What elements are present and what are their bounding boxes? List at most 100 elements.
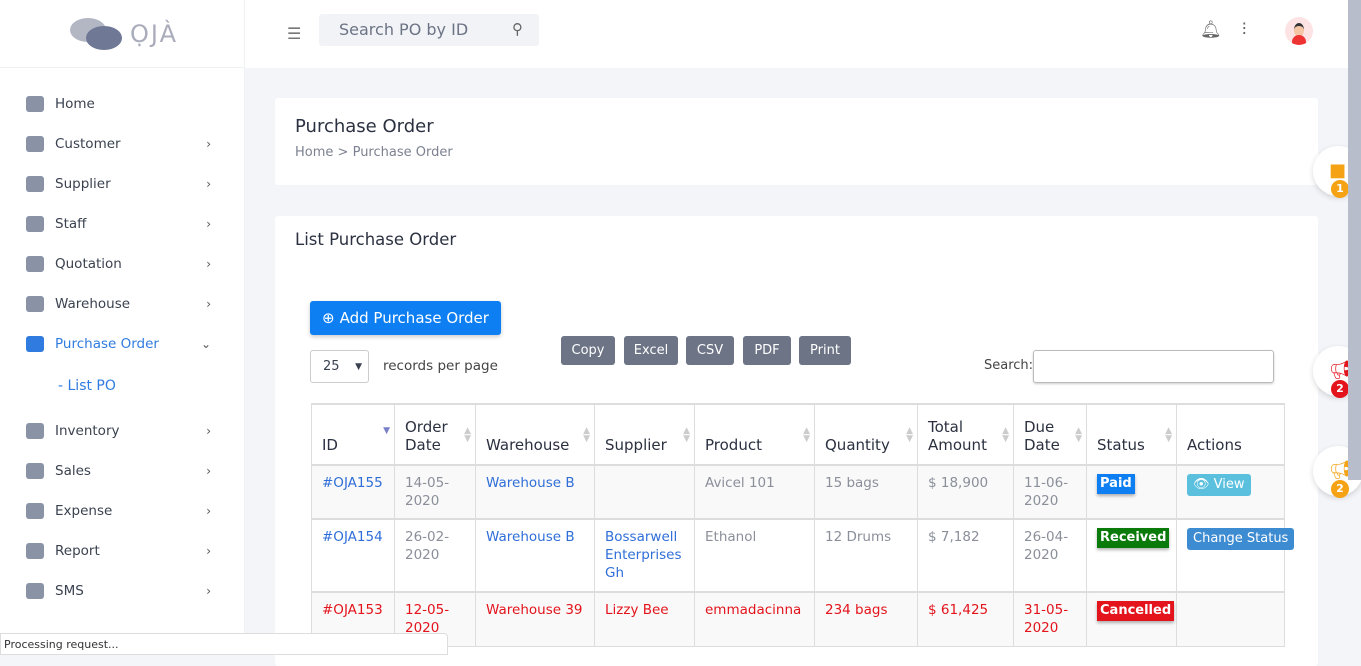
- sidebar-item-label: Sales: [55, 463, 91, 479]
- column-header[interactable]: Warehouse ▲ ▼: [475, 403, 595, 466]
- sidebar-item-customer[interactable]: Customer ›: [0, 124, 245, 164]
- search-icon[interactable]: ⚲: [512, 20, 523, 38]
- purchase-order-table: ID ▼ Order Date ▲ ▼ Warehouse ▲ ▼ Supplier ▲ ▼ Prod…: [311, 403, 1295, 647]
- sidebar-item-label: Expense: [55, 503, 113, 519]
- table-search-label: Search:: [984, 358, 1034, 373]
- cell-supplier[interactable]: Lizzy Bee: [594, 591, 695, 647]
- add-purchase-order-button[interactable]: ⊕ Add Purchase Order: [310, 301, 501, 335]
- logo[interactable]: ỌJÀ: [0, 0, 244, 68]
- sidebar-subitem-list-po[interactable]: - List PO: [58, 378, 116, 394]
- po-search-input[interactable]: Search PO by ID ⚲: [319, 14, 539, 46]
- records-per-page-label: records per page: [383, 358, 498, 374]
- cell-status: Cancelled: [1086, 591, 1177, 647]
- sidebar-item-staff[interactable]: Staff ›: [0, 204, 245, 244]
- cell-warehouse[interactable]: Warehouse 39: [475, 591, 595, 647]
- supplier-icon: [26, 176, 44, 192]
- search-placeholder: Search PO by ID: [339, 20, 469, 39]
- column-label: ID: [322, 436, 338, 454]
- cell-supplier[interactable]: [594, 464, 695, 520]
- settings-sliders-icon[interactable]: ⫶: [1242, 20, 1246, 40]
- sidebar-item-sales[interactable]: Sales ›: [0, 451, 245, 491]
- sidebar-item-warehouse[interactable]: Warehouse ›: [0, 284, 245, 324]
- sidebar-item-home[interactable]: Home: [0, 84, 245, 124]
- cell-product: Avicel 101: [694, 464, 815, 520]
- page-size-select[interactable]: 25 ▼: [310, 350, 369, 383]
- chevron-icon: ›: [206, 464, 211, 478]
- sidebar: ỌJÀ Home Customer › Supplier › Staff › Quotatio…: [0, 0, 245, 655]
- cell-total: $ 61,425: [917, 591, 1014, 647]
- plus-circle-icon: ⊕: [322, 309, 335, 327]
- expense-icon: [26, 503, 44, 519]
- customer-icon: [26, 136, 44, 152]
- cell-actions: [1176, 591, 1285, 647]
- sidebar-item-purchase-order[interactable]: Purchase Order ⌄: [0, 324, 245, 364]
- page-title: Purchase Order: [295, 116, 434, 137]
- export-print-button[interactable]: Print: [799, 336, 851, 365]
- sidebar-item-inventory[interactable]: Inventory ›: [0, 411, 245, 451]
- sidebar-item-sms[interactable]: SMS ›: [0, 571, 245, 611]
- cell-due: 26-04-2020: [1013, 518, 1087, 593]
- export-excel-button[interactable]: Excel: [624, 336, 678, 365]
- column-header[interactable]: Quantity ▲ ▼: [814, 403, 918, 466]
- scrollbar[interactable]: [1348, 0, 1361, 480]
- column-header[interactable]: ID ▼: [311, 403, 395, 466]
- column-header[interactable]: Order Date ▲ ▼: [394, 403, 476, 466]
- cell-quantity: 12 Drums: [814, 518, 918, 593]
- menu-toggle-icon[interactable]: ☰: [287, 24, 303, 43]
- sidebar-item-report[interactable]: Report ›: [0, 531, 245, 571]
- cell-quantity: 15 bags: [814, 464, 918, 520]
- count-badge: 2: [1331, 480, 1349, 498]
- home-icon: [26, 96, 44, 112]
- breadcrumb-home[interactable]: Home: [295, 145, 333, 160]
- caret-down-icon: ▼: [355, 362, 362, 372]
- chevron-icon: ›: [206, 584, 211, 598]
- export-copy-button[interactable]: Copy: [561, 336, 615, 365]
- cell-id[interactable]: #OJA155: [311, 464, 395, 520]
- sort-icon: ▲ ▼: [906, 426, 913, 444]
- column-header[interactable]: Supplier ▲ ▼: [594, 403, 695, 466]
- column-header[interactable]: Product ▲ ▼: [694, 403, 815, 466]
- sidebar-item-expense[interactable]: Expense ›: [0, 491, 245, 531]
- cell-total: $ 18,900: [917, 464, 1014, 520]
- list-title: List Purchase Order: [295, 230, 457, 249]
- column-label: Order Date: [405, 418, 448, 454]
- sidebar-item-label: Report: [55, 543, 100, 559]
- change-status-button[interactable]: Change Status: [1187, 528, 1295, 550]
- column-header[interactable]: Due Date ▲ ▼: [1013, 403, 1087, 466]
- cell-supplier[interactable]: Bossarwell Enterprises Gh: [594, 518, 695, 593]
- cell-quantity: 234 bags: [814, 591, 918, 647]
- sidebar-item-quotation[interactable]: Quotation ›: [0, 244, 245, 284]
- status-badge: Received: [1097, 528, 1170, 548]
- table-search-input[interactable]: [1033, 350, 1274, 383]
- bell-icon[interactable]: 🔔︎: [1200, 20, 1222, 40]
- report-icon: [26, 543, 44, 559]
- sidebar-item-label: Purchase Order: [55, 336, 159, 352]
- cell-actions: Change Status: [1176, 518, 1295, 593]
- export-csv-button[interactable]: CSV: [686, 336, 734, 365]
- sidebar-item-supplier[interactable]: Supplier ›: [0, 164, 245, 204]
- sort-icon: ▲ ▼: [1165, 426, 1172, 444]
- column-header[interactable]: Status ▲ ▼: [1086, 403, 1177, 466]
- sidebar-item-label: Customer: [55, 136, 121, 152]
- cell-warehouse[interactable]: Warehouse B: [475, 464, 595, 520]
- sidebar-item-label: Staff: [55, 216, 87, 232]
- column-header[interactable]: Total Amount ▲ ▼: [917, 403, 1014, 466]
- chevron-icon: ›: [206, 544, 211, 558]
- column-header[interactable]: Actions: [1176, 403, 1285, 466]
- sidebar-item-label: Quotation: [55, 256, 122, 272]
- sidebar-item-label: Supplier: [55, 176, 111, 192]
- cell-total: $ 7,182: [917, 518, 1014, 593]
- cell-id[interactable]: #OJA154: [311, 518, 395, 593]
- action-label: Change Status: [1193, 531, 1289, 546]
- cell-warehouse[interactable]: Warehouse B: [475, 518, 595, 593]
- chevron-icon: ›: [206, 257, 211, 271]
- sort-icon: ▼: [383, 426, 390, 436]
- chevron-icon: ›: [206, 424, 211, 438]
- cell-order_date: 14-05-2020: [394, 464, 476, 520]
- cell-status: Received: [1086, 518, 1177, 593]
- logo-text: ỌJÀ: [130, 19, 178, 48]
- avatar[interactable]: [1285, 17, 1313, 45]
- page-header-card: Purchase Order Home > Purchase Order: [275, 98, 1318, 185]
- view-button[interactable]: 👁︎ View: [1187, 474, 1251, 496]
- export-pdf-button[interactable]: PDF: [743, 336, 791, 365]
